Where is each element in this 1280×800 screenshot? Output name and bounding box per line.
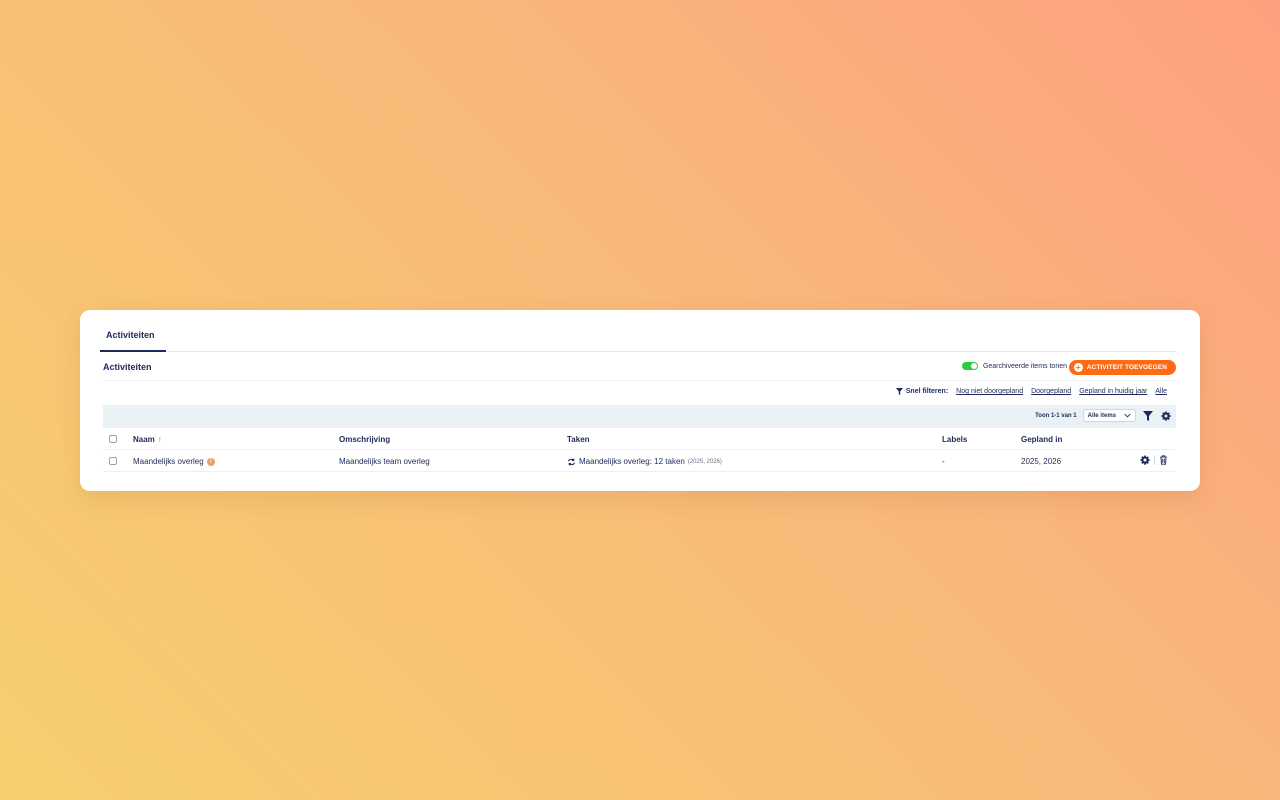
column-header-labels[interactable]: Labels [942,435,967,444]
row-taken-text: Maandelijks overleg: 12 taken [579,457,685,466]
filter-icon [1143,410,1153,421]
pagination-count: Toon 1-1 van 1 [1035,412,1077,419]
toggle-switch[interactable] [961,362,978,370]
filter-toggle-button[interactable] [1142,410,1154,422]
column-header-taken[interactable]: Taken [567,435,590,444]
quick-filter-label: Snel filteren: [895,388,949,395]
chevron-down-icon [1124,413,1131,418]
archived-toggle[interactable]: Gearchiveerde items tonen [961,362,1067,370]
items-per-page-select[interactable]: Alle items [1082,409,1136,422]
row-naam-text: Maandelijks overleg [133,457,204,466]
tab-activiteiten[interactable]: Activiteiten [100,324,166,352]
gear-icon[interactable] [1140,455,1150,465]
gear-icon [1161,411,1171,421]
column-header-naam[interactable]: Naam ↑ [133,435,162,444]
row-naam[interactable]: Maandelijks overleg ! [133,457,215,466]
row-gepland: 2025, 2026 [1021,457,1062,466]
table-header-row: Naam ↑ Omschrijving Taken Labels Gepland… [103,428,1176,450]
section-title: Activiteiten [103,362,152,372]
filter-link-alle[interactable]: Alle [1155,388,1167,395]
trash-icon[interactable] [1159,455,1168,465]
tab-bar: Activiteiten [100,310,1176,352]
filter-link-nog-niet-doorgepland[interactable]: Nog niet doorgepland [956,388,1023,395]
plus-circle-icon: + [1073,363,1083,372]
column-header-gepland[interactable]: Gepland in [1021,435,1062,444]
row-actions [1140,455,1168,465]
table-settings-button[interactable] [1160,410,1172,422]
row-taken[interactable]: Maandelijks overleg: 12 taken (2025, 202… [567,457,722,466]
filter-icon [895,388,903,395]
row-taken-years: (2025, 2026) [687,458,722,465]
table-toolbar: Toon 1-1 van 1 Alle items [103,405,1176,428]
repeat-icon [567,458,576,465]
filter-link-doorgepland[interactable]: Doorgepland [1031,388,1071,395]
column-header-omschrijving[interactable]: Omschrijving [339,435,390,444]
action-separator [1154,455,1155,465]
activities-table: Naam ↑ Omschrijving Taken Labels Gepland… [103,428,1176,472]
row-checkbox[interactable] [109,457,117,465]
row-labels: - [942,457,945,466]
section-divider [103,380,1176,381]
toggle-label: Gearchiveerde items tonen [982,362,1067,370]
sort-ascending-icon: ↑ [157,435,162,444]
header-naam-label: Naam [133,435,155,444]
select-value: Alle items [1087,412,1116,419]
activities-card: Activiteiten Activiteiten Gearchiveerde … [80,310,1200,491]
row-omschrijving: Maandelijks team overleg [339,457,430,466]
select-all-checkbox[interactable] [109,435,117,443]
quick-filter-text: Snel filteren: [905,388,949,395]
add-activity-label: ACTIVITEIT TOEVOEGEN [1086,364,1167,371]
info-icon[interactable]: ! [206,457,215,466]
add-activity-button[interactable]: + ACTIVITEIT TOEVOEGEN [1068,360,1176,375]
filter-link-gepland-huidig-jaar[interactable]: Gepland in huidig jaar [1079,388,1147,395]
table-row[interactable]: Maandelijks overleg ! Maandelijks team o… [103,450,1176,472]
quick-filter-bar: Snel filteren: Nog niet doorgepland Door… [895,388,1167,395]
